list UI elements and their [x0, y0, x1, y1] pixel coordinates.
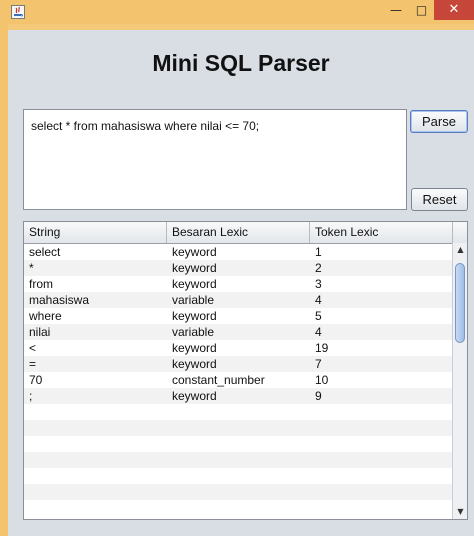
cell-string: 70	[29, 373, 43, 387]
table-row[interactable]: select keyword 1	[24, 244, 452, 260]
cell-besaran-lexic: variable	[172, 325, 215, 339]
cell-string: ;	[29, 389, 33, 403]
cell-string: where	[29, 309, 62, 323]
table-body: select keyword 1 * keyword 2 from keyword 3 mahas…	[24, 244, 452, 519]
app-title: Mini SQL Parser	[152, 50, 330, 76]
empty-table-row[interactable]	[24, 484, 452, 500]
main-panel: Mini SQL Parser select * from mahasiswa …	[8, 30, 474, 536]
cell-token-lexic: 2	[315, 261, 322, 275]
table-row[interactable]: * keyword 2	[24, 260, 452, 276]
cell-besaran-lexic: keyword	[172, 357, 217, 371]
cell-besaran-lexic: keyword	[172, 261, 217, 275]
cell-besaran-lexic: keyword	[172, 341, 217, 355]
app-window: — □ ✕ Mini SQL Parser select * from maha…	[0, 0, 474, 536]
cell-token-lexic: 9	[315, 389, 322, 403]
cell-besaran-lexic: variable	[172, 293, 215, 307]
token-table[interactable]: String Besaran Lexic Token Lexic select k…	[23, 221, 468, 520]
table-row[interactable]: = keyword 7	[24, 356, 452, 372]
cell-string: select	[29, 245, 61, 259]
table-row[interactable]: ; keyword 9	[24, 388, 452, 404]
vertical-scrollbar[interactable]: ▲ ▼	[452, 243, 467, 519]
table-row[interactable]: where keyword 5	[24, 308, 452, 324]
scroll-up-icon[interactable]: ▲	[453, 243, 467, 257]
column-header-token-lexic[interactable]: Token Lexic	[310, 222, 452, 243]
table-row[interactable]: from keyword 3	[24, 276, 452, 292]
cell-token-lexic: 19	[315, 341, 329, 355]
column-header-besaran-lexic[interactable]: Besaran Lexic	[167, 222, 310, 243]
cell-besaran-lexic: keyword	[172, 389, 217, 403]
table-row[interactable]: mahasiswa variable 4	[24, 292, 452, 308]
query-textarea[interactable]: select * from mahasiswa where nilai <= 7…	[23, 109, 407, 210]
table-row[interactable]: 70 constant_number 10	[24, 372, 452, 388]
cell-token-lexic: 3	[315, 277, 322, 291]
cell-besaran-lexic: keyword	[172, 309, 217, 323]
parse-button[interactable]: Parse	[410, 110, 468, 133]
table-row[interactable]: nilai variable 4	[24, 324, 452, 340]
cell-besaran-lexic: keyword	[172, 245, 217, 259]
window-frame-left	[0, 24, 8, 536]
table-header: String Besaran Lexic Token Lexic	[24, 222, 452, 244]
cell-token-lexic: 1	[315, 245, 322, 259]
minimize-button[interactable]: —	[383, 0, 409, 20]
cell-string: from	[29, 277, 53, 291]
maximize-button[interactable]: □	[409, 0, 434, 20]
cell-token-lexic: 5	[315, 309, 322, 323]
cell-string: nilai	[29, 325, 51, 339]
title-bar[interactable]: — □ ✕	[0, 0, 474, 24]
cell-token-lexic: 4	[315, 325, 322, 339]
cell-string: *	[29, 261, 34, 275]
cell-besaran-lexic: keyword	[172, 277, 217, 291]
table-corner	[452, 222, 467, 244]
cell-string: mahasiswa	[29, 293, 90, 307]
empty-table-row[interactable]	[24, 468, 452, 484]
close-button[interactable]: ✕	[434, 0, 474, 20]
cell-token-lexic: 4	[315, 293, 322, 307]
table-row[interactable]: < keyword 19	[24, 340, 452, 356]
cell-string: <	[29, 341, 37, 355]
cell-string: =	[29, 357, 37, 371]
empty-table-row[interactable]	[24, 404, 452, 420]
reset-button[interactable]: Reset	[411, 188, 468, 211]
empty-table-row[interactable]	[24, 436, 452, 452]
empty-table-row[interactable]	[24, 452, 452, 468]
scrollbar-thumb[interactable]	[455, 263, 465, 343]
cell-token-lexic: 10	[315, 373, 329, 387]
empty-table-row[interactable]	[24, 420, 452, 436]
column-header-string[interactable]: String	[24, 222, 167, 243]
cell-besaran-lexic: constant_number	[172, 373, 265, 387]
empty-table-row[interactable]	[24, 500, 452, 516]
cell-token-lexic: 7	[315, 357, 322, 371]
scroll-down-icon[interactable]: ▼	[453, 505, 467, 519]
java-app-icon	[11, 5, 25, 19]
